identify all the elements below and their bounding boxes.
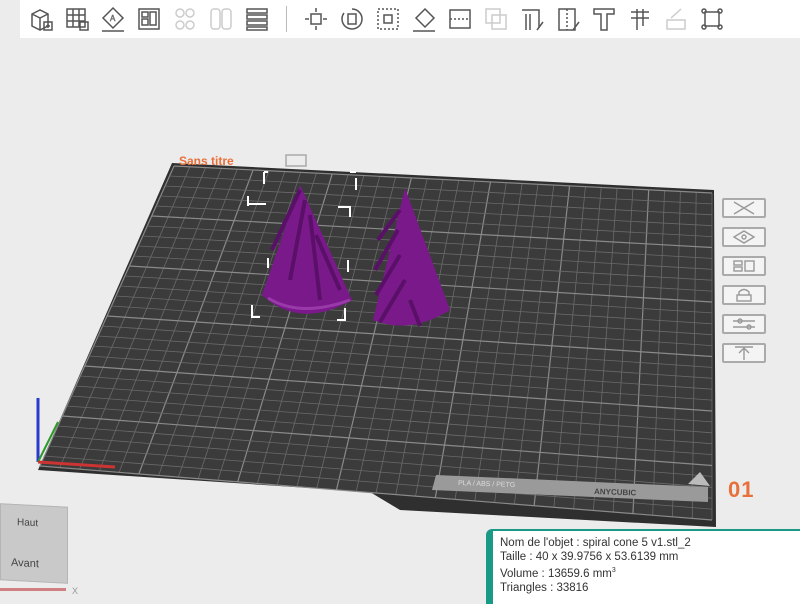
cut-button[interactable] bbox=[445, 4, 475, 34]
lay-flat-icon bbox=[413, 7, 436, 32]
build-plate bbox=[40, 166, 712, 520]
edit-plate-name-icon[interactable] bbox=[285, 154, 307, 167]
view-cube-x-axis bbox=[0, 588, 66, 591]
object-info-panel: Nom de l'objet : spiral cone 5 v1.stl_2 … bbox=[486, 529, 800, 604]
view-cube[interactable]: Haut Avant bbox=[0, 503, 68, 584]
plate-tools bbox=[722, 198, 766, 363]
toolbar-separator bbox=[286, 6, 287, 32]
measure-icon bbox=[631, 9, 649, 30]
view-cube-top[interactable]: Haut bbox=[17, 517, 38, 529]
orient-plate-button[interactable] bbox=[722, 227, 766, 247]
seam-paint-icon bbox=[558, 8, 580, 31]
move-up-icon bbox=[735, 346, 753, 360]
arrange-icon bbox=[138, 8, 160, 30]
object-volume: Volume : 13659.6 mm3 bbox=[500, 567, 616, 580]
auto-orient-icon: A bbox=[101, 6, 125, 32]
brand-label: ANYCUBIC bbox=[594, 487, 637, 497]
close-plate-button[interactable] bbox=[722, 198, 766, 218]
layers-icon bbox=[246, 8, 268, 31]
view-cube-front[interactable]: Avant bbox=[11, 557, 39, 570]
move-icon bbox=[305, 8, 327, 30]
fit-view-button[interactable] bbox=[697, 4, 727, 34]
lock-plate-button[interactable] bbox=[722, 285, 766, 305]
view-cube-x-label: X bbox=[72, 586, 79, 596]
plate-settings-button[interactable] bbox=[722, 314, 766, 334]
scale-button[interactable] bbox=[373, 4, 403, 34]
boolean-button[interactable] bbox=[481, 4, 511, 34]
main-toolbar: A bbox=[20, 0, 800, 38]
plate-number[interactable]: 01 bbox=[728, 477, 754, 503]
rotate-button[interactable] bbox=[337, 4, 367, 34]
text-icon bbox=[593, 8, 615, 31]
object-size: Taille : 40 x 39.9756 x 53.6139 mm bbox=[500, 551, 679, 563]
close-plate-icon bbox=[733, 201, 755, 215]
object-name: Nom de l'objet : spiral cone 5 v1.stl_2 bbox=[500, 537, 691, 549]
split-icon bbox=[210, 8, 232, 30]
move-up-button[interactable] bbox=[722, 343, 766, 363]
lay-flat-button[interactable] bbox=[409, 4, 439, 34]
3d-viewport[interactable]: PLA / ABS / PETG ANYCUBIC bbox=[0, 0, 800, 600]
layers-button[interactable] bbox=[242, 4, 272, 34]
orient-plate-icon bbox=[732, 230, 756, 244]
add-object-button[interactable] bbox=[26, 4, 56, 34]
support-paint-icon bbox=[522, 9, 544, 31]
arrange-plate-icon bbox=[733, 260, 755, 272]
object-triangles: Triangles : 33816 bbox=[500, 581, 589, 594]
measure-button[interactable] bbox=[625, 4, 655, 34]
support-paint-button[interactable] bbox=[517, 4, 547, 34]
split-button[interactable] bbox=[206, 4, 236, 34]
rotate-icon bbox=[341, 8, 363, 30]
lock-plate-icon bbox=[736, 288, 752, 302]
cut-icon bbox=[449, 9, 471, 29]
assembly-button[interactable] bbox=[661, 4, 691, 34]
fit-view-icon bbox=[701, 8, 723, 30]
copy-button[interactable] bbox=[170, 4, 200, 34]
add-plate-icon bbox=[66, 8, 89, 31]
scale-icon bbox=[377, 8, 399, 30]
copy-icon bbox=[175, 8, 195, 30]
auto-orient-button[interactable]: A bbox=[98, 4, 128, 34]
move-button[interactable] bbox=[301, 4, 331, 34]
add-plate-button[interactable] bbox=[62, 4, 92, 34]
boolean-icon bbox=[485, 8, 507, 30]
plate-settings-icon bbox=[733, 318, 755, 330]
assembly-icon bbox=[666, 8, 686, 30]
svg-text:A: A bbox=[110, 14, 116, 23]
arrange-plate-button[interactable] bbox=[722, 256, 766, 276]
add-object-icon bbox=[31, 9, 53, 31]
seam-paint-button[interactable] bbox=[553, 4, 583, 34]
text-button[interactable] bbox=[589, 4, 619, 34]
arrange-button[interactable] bbox=[134, 4, 164, 34]
plate-name[interactable]: Sans titre bbox=[179, 154, 234, 168]
